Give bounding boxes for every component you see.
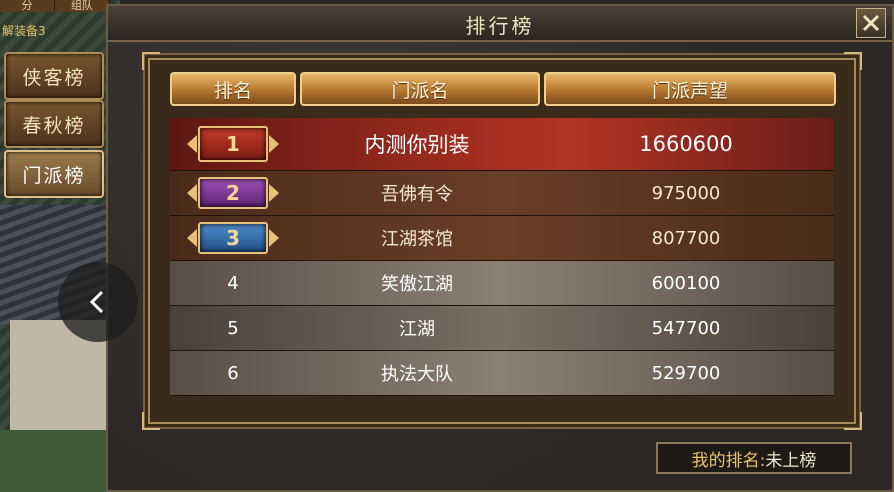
ranking-rows: 1 内测你别装 1660600 2 吾佛有令 975000 3 江湖茶馆 807… <box>170 118 834 396</box>
sect-name: 内测你别装 <box>364 133 470 157</box>
sect-fame: 807700 <box>651 227 721 249</box>
table-row[interactable]: 1 内测你别装 1660600 <box>170 118 834 171</box>
table-row[interactable]: 3 江湖茶馆 807700 <box>170 216 834 261</box>
rank-value: 6 <box>227 362 239 384</box>
side-tab-menpai[interactable]: 门派榜 <box>4 150 104 198</box>
grass-decoration <box>0 430 110 492</box>
sect-fame: 600100 <box>651 272 721 294</box>
rank-value: 1 <box>198 126 268 162</box>
sect-name: 执法大队 <box>381 364 453 385</box>
close-icon <box>862 14 880 32</box>
rank-value: 3 <box>198 222 268 254</box>
top-tab-0[interactable]: 分 <box>0 0 55 12</box>
ranking-board: 排名 门派名 门派声望 1 内测你别装 1660600 2 吾佛有令 97500… <box>142 52 862 430</box>
window-body: 排名 门派名 门派声望 1 内测你别装 1660600 2 吾佛有令 97500… <box>108 42 892 490</box>
table-row[interactable]: 6 执法大队 529700 <box>170 351 834 396</box>
side-label: 解装备3 <box>2 24 46 38</box>
rank-value: 2 <box>198 177 268 209</box>
sect-fame: 975000 <box>651 182 721 204</box>
rank-badge: 3 <box>187 221 279 255</box>
side-tab-xiake[interactable]: 侠客榜 <box>4 52 104 100</box>
sect-name: 笑傲江湖 <box>381 274 453 295</box>
my-rank-label: 我的排名: <box>691 450 766 471</box>
corner-ornament <box>844 412 862 430</box>
sect-fame: 1660600 <box>639 132 733 156</box>
header-rank[interactable]: 排名 <box>170 72 296 106</box>
title-bar: 排行榜 <box>108 6 892 42</box>
sect-fame: 547700 <box>651 317 721 339</box>
sect-name: 吾佛有令 <box>381 184 453 205</box>
rank-badge: 2 <box>187 176 279 210</box>
table-row[interactable]: 4 笑傲江湖 600100 <box>170 261 834 306</box>
ranking-window: 排行榜 排名 门派名 门派声望 1 内测你别装 1660600 2 吾佛有令 9… <box>106 4 894 492</box>
table-row[interactable]: 5 江湖 547700 <box>170 306 834 351</box>
corner-ornament <box>142 52 160 70</box>
rank-badge: 1 <box>187 126 279 162</box>
side-tab-chunqiu[interactable]: 春秋榜 <box>4 100 104 148</box>
table-row[interactable]: 2 吾佛有令 975000 <box>170 171 834 216</box>
window-title: 排行榜 <box>465 14 535 38</box>
sect-fame: 529700 <box>651 362 721 384</box>
chevron-left-icon <box>89 290 104 314</box>
sect-name: 江湖茶馆 <box>381 229 453 250</box>
top-tab-1[interactable]: 组队 <box>55 0 110 12</box>
corner-ornament <box>844 52 862 70</box>
close-button[interactable] <box>856 8 886 38</box>
sect-name: 江湖 <box>399 319 435 340</box>
corner-ornament <box>142 412 160 430</box>
header-sect-name[interactable]: 门派名 <box>300 72 540 106</box>
header-sect-fame[interactable]: 门派声望 <box>544 72 836 106</box>
my-rank-value: 未上榜 <box>765 450 817 471</box>
rank-value: 5 <box>227 317 239 339</box>
rank-value: 4 <box>227 272 239 294</box>
my-rank-box: 我的排名: 未上榜 <box>656 442 852 474</box>
back-button[interactable] <box>58 262 138 342</box>
top-tabs: 分 组队 <box>0 0 110 12</box>
